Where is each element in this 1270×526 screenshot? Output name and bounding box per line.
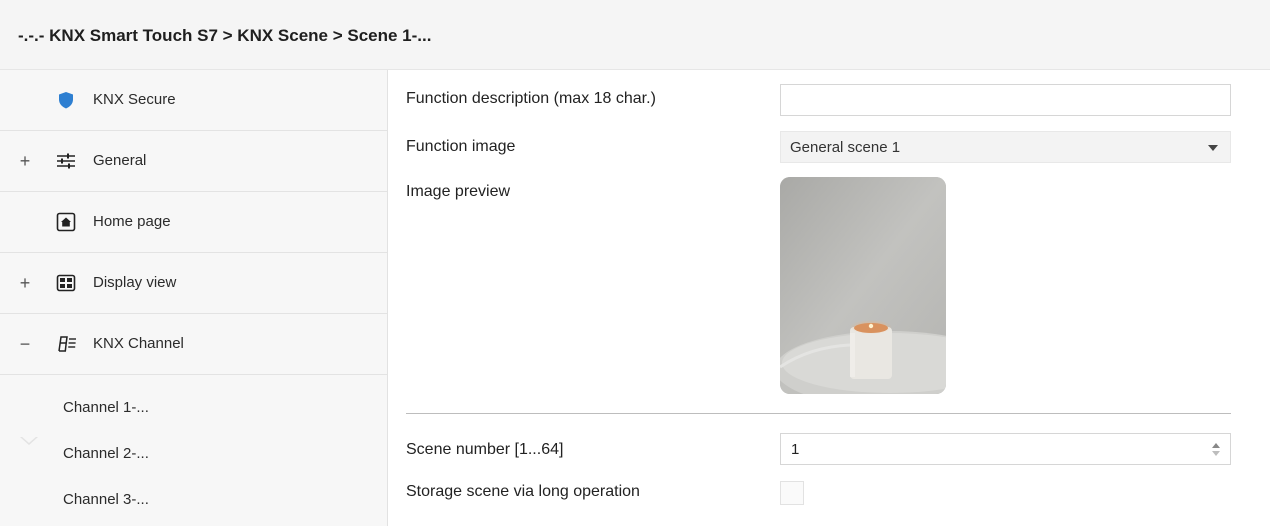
sidebar-subitem-channel-1[interactable]: Channel 1-...: [0, 385, 387, 431]
function-image-select[interactable]: General scene 1: [780, 131, 1231, 163]
sidebar-subitem-channel-3[interactable]: Channel 3-...: [0, 477, 387, 523]
sidebar-subitem-channel-2[interactable]: Channel 2-...: [0, 431, 387, 477]
spin-down-icon[interactable]: [1212, 451, 1220, 456]
home-icon: [56, 212, 76, 232]
sidebar-item-general[interactable]: + General: [0, 131, 387, 192]
sidebar-item-label: Display view: [93, 274, 177, 291]
function-image-value: General scene 1: [790, 139, 901, 156]
breadcrumb: -.-.- KNX Smart Touch S7 > KNX Scene > S…: [18, 26, 432, 45]
image-preview: [780, 177, 946, 394]
image-preview-label: Image preview: [406, 183, 511, 200]
knx-channel-icon: [56, 334, 76, 354]
function-description-input[interactable]: [780, 84, 1231, 116]
storage-scene-checkbox[interactable]: [780, 481, 804, 505]
sidebar-item-label: KNX Secure: [93, 91, 176, 108]
function-description-label: Function description (max 18 char.): [406, 90, 656, 107]
sliders-icon: [56, 151, 76, 171]
expander: [18, 192, 32, 252]
sidebar-item-label: General: [93, 152, 147, 169]
chevron-down-icon: [1208, 145, 1218, 151]
shield-icon: [56, 90, 76, 110]
function-image-label: Function image: [406, 138, 516, 155]
collapse-minus-icon[interactable]: −: [18, 314, 32, 374]
sidebar-item-knx-channel[interactable]: − KNX Channel: [0, 314, 387, 375]
sidebar-item-label: KNX Channel: [93, 335, 184, 352]
sidebar-item-knx-secure[interactable]: KNX Secure: [0, 70, 387, 131]
sidebar-item-label: Home page: [93, 213, 171, 230]
sidebar-item-display-view[interactable]: + Display view: [0, 253, 387, 314]
expand-plus-icon[interactable]: +: [18, 253, 32, 313]
spin-up-icon[interactable]: [1212, 443, 1220, 448]
storage-scene-label: Storage scene via long operation: [406, 483, 640, 500]
scene-number-value: 1: [791, 441, 800, 458]
parameter-panel: Function description (max 18 char.) Func…: [389, 70, 1270, 526]
scene-number-stepper[interactable]: 1: [780, 433, 1231, 465]
sidebar-subitem-label: Channel 3-...: [63, 491, 149, 508]
display-grid-icon: [56, 273, 76, 293]
sidebar-item-home-page[interactable]: Home page: [0, 192, 387, 253]
title-bar: -.-.- KNX Smart Touch S7 > KNX Scene > S…: [0, 0, 1270, 70]
expander: [18, 70, 32, 130]
sidebar-subitem-label: Channel 2-...: [63, 445, 149, 462]
expand-plus-icon[interactable]: +: [18, 131, 32, 191]
section-divider: [406, 413, 1231, 414]
sidebar-subitem-label: Channel 1-...: [63, 399, 149, 416]
scene-number-label: Scene number [1...64]: [406, 441, 564, 458]
sidebar: KNX Secure + General Home page + Display…: [0, 70, 388, 526]
